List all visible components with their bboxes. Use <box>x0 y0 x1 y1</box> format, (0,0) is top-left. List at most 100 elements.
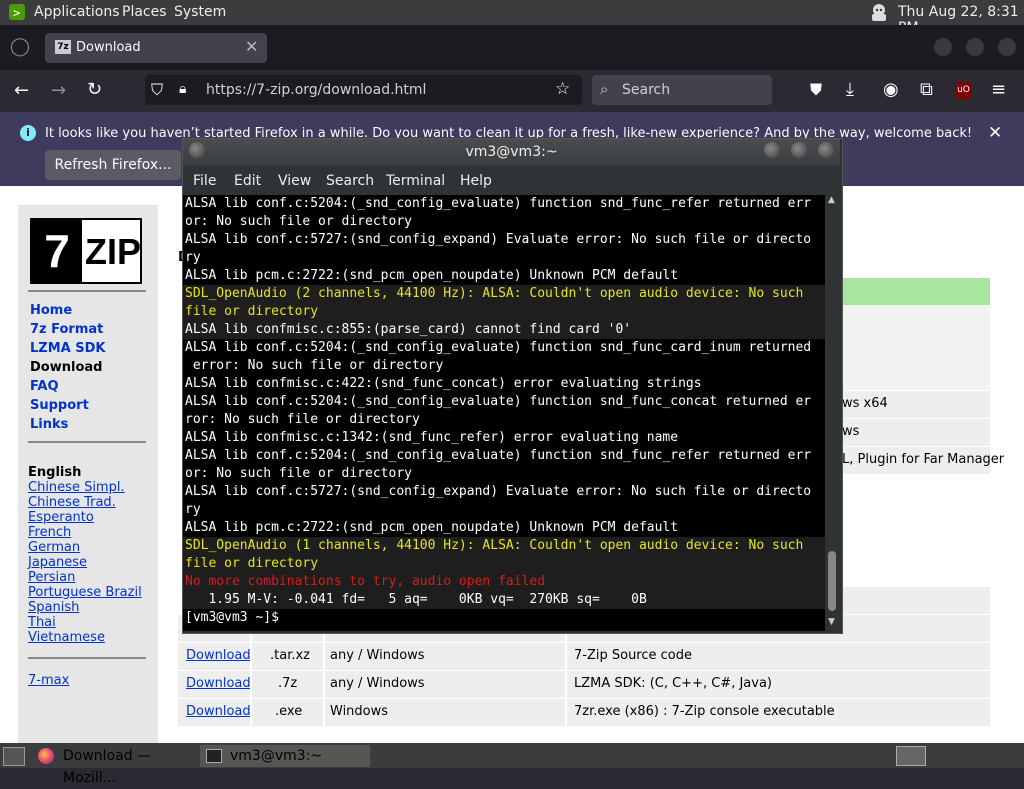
task-firefox[interactable]: Download — Mozill... <box>32 745 198 786</box>
download-link[interactable]: Download <box>186 704 251 719</box>
divider <box>28 657 146 659</box>
7zip-favicon-icon: 7z <box>55 40 71 54</box>
top-panel: > Applications Places System Thu Aug 22,… <box>0 0 1024 36</box>
terminal-line: SDL_OpenAudio (2 channels, 44100 Hz): AL… <box>183 285 825 303</box>
tab-download[interactable]: 7z Download ✕ <box>45 33 267 63</box>
cell-desc: L, Plugin for Far Manager <box>842 452 1005 467</box>
back-icon[interactable]: ← <box>14 80 29 101</box>
link-7-max[interactable]: 7-max <box>28 673 69 688</box>
bookmark-star-icon[interactable]: ☆ <box>555 79 570 99</box>
firefox-view-icon[interactable]: ◯ <box>8 36 32 60</box>
refresh-firefox-button[interactable]: Refresh Firefox... <box>45 150 181 180</box>
menu-file[interactable]: File <box>193 173 216 189</box>
hamburger-menu-icon[interactable]: ≡ <box>991 79 1006 100</box>
table-row: Download .tar.xz any / Windows 7-Zip Sou… <box>178 643 990 670</box>
shield-icon[interactable]: ⛉ <box>151 80 163 100</box>
account-icon[interactable]: ◉ <box>883 79 899 100</box>
cell-desc: ws <box>842 424 860 439</box>
nav-lzma-sdk[interactable]: LZMA SDK <box>30 341 105 356</box>
workspace-switcher[interactable] <box>896 746 926 766</box>
terminal-line: [vm3@vm3 ~]$ <box>185 610 287 625</box>
terminal-line: ALSA lib conf.c:5204:(_snd_config_evalua… <box>185 196 812 211</box>
terminal-line: ALSA lib confmisc.c:855:(parse_card) can… <box>183 321 825 339</box>
terminal-scrollbar[interactable]: ▲ ▼ <box>825 195 840 631</box>
forward-icon[interactable]: → <box>51 80 66 101</box>
tab-close-icon[interactable]: ✕ <box>245 37 258 56</box>
menu-terminal[interactable]: Terminal <box>386 173 445 189</box>
user-icon[interactable] <box>868 2 890 26</box>
terminal-output[interactable]: ALSA lib conf.c:5204:(_snd_config_evalua… <box>183 195 825 631</box>
terminal-maximize-button[interactable] <box>791 142 807 158</box>
terminal-minimize-button[interactable] <box>764 142 780 158</box>
nav-7z-format[interactable]: 7z Format <box>30 322 103 337</box>
divider <box>28 290 146 292</box>
menu-applications[interactable]: Applications <box>34 4 120 20</box>
language-current: English <box>28 465 82 480</box>
terminal-line: ALSA lib confmisc.c:422:(snd_func_concat… <box>185 376 702 391</box>
scroll-thumb[interactable] <box>828 551 836 611</box>
table-row: Download .7z any / Windows LZMA SDK: (C,… <box>178 671 990 698</box>
terminal-line: ror: No such file or directory <box>185 412 420 427</box>
nav-support[interactable]: Support <box>30 398 89 413</box>
cell-os: Windows <box>330 704 389 719</box>
lang-german[interactable]: German <box>28 540 80 555</box>
terminal-line: ALSA lib conf.c:5204:(_snd_config_evalua… <box>185 394 812 409</box>
menu-help[interactable]: Help <box>460 173 492 189</box>
lang-vietnamese[interactable]: Vietnamese <box>28 630 105 645</box>
nav-download-current: Download <box>30 360 103 375</box>
pocket-icon[interactable]: ⛊ <box>810 80 822 100</box>
menu-system[interactable]: System <box>174 4 226 20</box>
lang-spanish[interactable]: Spanish <box>28 600 79 615</box>
extensions-icon[interactable]: ⧉ <box>920 79 933 100</box>
terminal-line: file or directory <box>183 303 825 321</box>
terminal-titlebar[interactable]: vm3@vm3:~ <box>183 139 840 166</box>
firefox-icon <box>38 748 54 764</box>
url-text[interactable]: https://7-zip.org/download.html <box>206 82 426 98</box>
nav-home[interactable]: Home <box>30 303 72 318</box>
downloads-icon[interactable]: ⤓ <box>846 79 854 100</box>
menu-search[interactable]: Search <box>326 173 374 189</box>
search-placeholder: Search <box>622 82 671 98</box>
terminal-line: ALSA lib conf.c:5204:(_snd_config_evalua… <box>185 448 812 463</box>
lang-esperanto[interactable]: Esperanto <box>28 510 94 525</box>
terminal-close-button[interactable] <box>818 142 834 158</box>
cell-desc: 7-Zip Source code <box>574 648 692 663</box>
cell-os: any / Windows <box>330 648 425 663</box>
url-bar[interactable]: ⛉ 🔒︎ https://7-zip.org/download.html ☆ <box>145 75 582 105</box>
nav-links[interactable]: Links <box>30 417 68 432</box>
lang-japanese[interactable]: Japanese <box>28 555 87 570</box>
menu-view[interactable]: View <box>278 173 311 189</box>
nav-faq[interactable]: FAQ <box>30 379 59 394</box>
lock-icon[interactable]: 🔒︎ <box>179 81 186 97</box>
menu-edit[interactable]: Edit <box>234 173 261 189</box>
close-window-button[interactable] <box>998 38 1016 56</box>
show-desktop-icon[interactable] <box>3 747 25 766</box>
notification-close-icon[interactable]: ✕ <box>988 123 1002 143</box>
gnome-foot-icon[interactable]: > <box>8 3 26 25</box>
task-terminal[interactable]: vm3@vm3:~ <box>200 745 370 767</box>
cell-ext: .exe <box>275 704 303 719</box>
cell-ext: .7z <box>278 676 298 691</box>
scroll-down-icon[interactable]: ▼ <box>828 617 835 627</box>
reload-icon[interactable]: ↻ <box>87 79 102 100</box>
maximize-button[interactable] <box>966 38 984 56</box>
scroll-up-icon[interactable]: ▲ <box>828 195 835 205</box>
7zip-logo[interactable]: 7 ZIP <box>30 218 142 284</box>
lang-thai[interactable]: Thai <box>28 615 56 630</box>
lang-chinese-trad[interactable]: Chinese Trad. <box>28 495 116 510</box>
search-bar[interactable]: ⌕ Search <box>592 75 772 105</box>
minimize-button[interactable] <box>934 38 952 56</box>
lang-chinese-simpl[interactable]: Chinese Simpl. <box>28 480 125 495</box>
lang-persian[interactable]: Persian <box>28 570 75 585</box>
table-header-row <box>840 278 990 305</box>
lang-portuguese-brazil[interactable]: Portuguese Brazil <box>28 585 142 600</box>
lang-french[interactable]: French <box>28 525 71 540</box>
download-link[interactable]: Download <box>186 648 251 663</box>
task-terminal-label: vm3@vm3:~ <box>230 748 323 764</box>
terminal-menu-icon[interactable] <box>189 142 205 158</box>
terminal-line: or: No such file or directory <box>185 214 412 229</box>
ublock-icon[interactable]: uO <box>955 82 972 99</box>
download-link[interactable]: Download <box>186 676 251 691</box>
terminal-line: or: No such file or directory <box>185 466 412 481</box>
menu-places[interactable]: Places <box>122 4 167 20</box>
